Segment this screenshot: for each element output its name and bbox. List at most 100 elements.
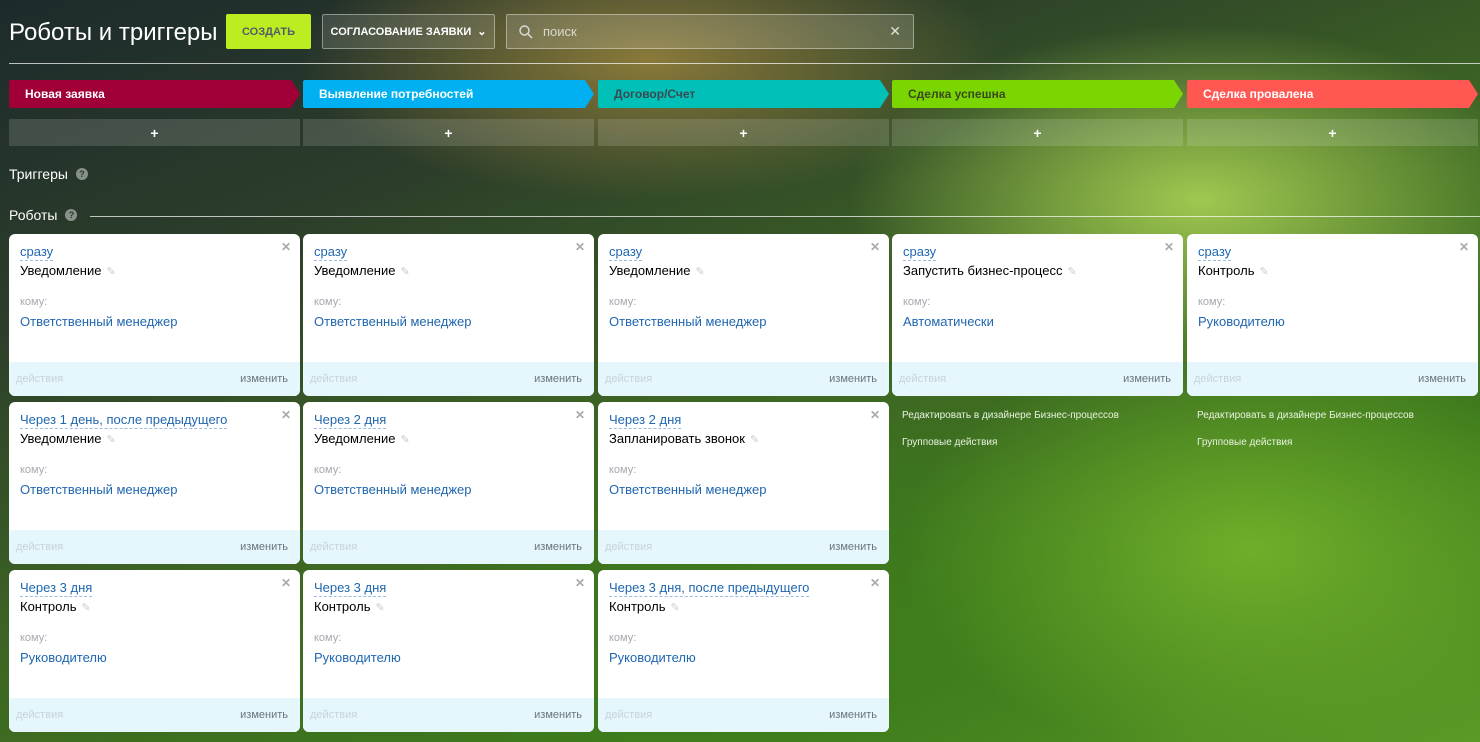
- pencil-icon[interactable]: ✎: [400, 266, 409, 278]
- add-trigger-button[interactable]: +: [1187, 119, 1478, 146]
- edit-link[interactable]: изменить: [534, 373, 582, 385]
- recipient-value[interactable]: Ответственный менеджер: [20, 314, 178, 329]
- actions-link[interactable]: действия: [310, 541, 357, 553]
- close-icon[interactable]: ✕: [870, 576, 880, 590]
- add-trigger-button[interactable]: +: [892, 119, 1183, 146]
- actions-link[interactable]: действия: [605, 541, 652, 553]
- category-dropdown[interactable]: СОГЛАСОВАНИЕ ЗАЯВКИ ⌄: [322, 14, 495, 49]
- recipient-value[interactable]: Руководителю: [20, 650, 107, 665]
- close-icon[interactable]: ✕: [281, 408, 291, 422]
- pencil-icon[interactable]: ✎: [1259, 266, 1268, 278]
- designer-link[interactable]: Редактировать в дизайнере Бизнес-процесс…: [1197, 410, 1414, 421]
- robot-delay-link[interactable]: Через 3 дня: [314, 580, 387, 597]
- robot-delay-link[interactable]: Через 1 день, после предыдущего: [20, 412, 228, 429]
- close-icon[interactable]: ✕: [870, 240, 880, 254]
- search-input[interactable]: [543, 24, 890, 39]
- edit-link[interactable]: изменить: [1418, 373, 1466, 385]
- robot-delay-link[interactable]: сразу: [314, 244, 348, 261]
- robot-name-text: Контроль: [609, 599, 666, 614]
- edit-link[interactable]: изменить: [240, 709, 288, 721]
- actions-link[interactable]: действия: [605, 373, 652, 385]
- close-icon[interactable]: ✕: [1459, 240, 1469, 254]
- robot-card: Через 1 день, после предыдущего ✕ Уведом…: [9, 402, 300, 564]
- stage-header[interactable]: Сделка провалена: [1187, 80, 1478, 108]
- card-footer: действия изменить: [9, 698, 300, 732]
- designer-link[interactable]: Редактировать в дизайнере Бизнес-процесс…: [902, 410, 1119, 421]
- to-label: кому:: [903, 296, 931, 308]
- pencil-icon[interactable]: ✎: [750, 434, 759, 446]
- robot-name-text: Запустить бизнес-процесс: [903, 263, 1063, 278]
- robot-delay-link[interactable]: сразу: [903, 244, 937, 261]
- actions-link[interactable]: действия: [310, 709, 357, 721]
- to-label: кому:: [314, 632, 342, 644]
- close-icon[interactable]: ✕: [281, 576, 291, 590]
- help-icon[interactable]: ?: [75, 168, 88, 180]
- actions-link[interactable]: действия: [899, 373, 946, 385]
- robot-name-text: Уведомление: [314, 431, 396, 446]
- close-icon[interactable]: ✕: [575, 576, 585, 590]
- robot-card: Через 2 дня ✕ Запланировать звонок ✎ кому…: [598, 402, 889, 564]
- robot-delay-link[interactable]: сразу: [1198, 244, 1232, 261]
- robot-delay-link[interactable]: Через 2 дня: [609, 412, 682, 429]
- pencil-icon[interactable]: ✎: [375, 602, 384, 614]
- robots-heading: Роботы: [9, 207, 58, 223]
- robot-delay-link[interactable]: сразу: [20, 244, 54, 261]
- robot-delay-link[interactable]: Через 3 дня, после предыдущего: [609, 580, 810, 597]
- close-icon[interactable]: ✕: [575, 240, 585, 254]
- to-label: кому:: [20, 296, 48, 308]
- edit-link[interactable]: изменить: [829, 373, 877, 385]
- close-icon[interactable]: ✕: [281, 240, 291, 254]
- create-button[interactable]: СОЗДАТЬ: [226, 14, 311, 49]
- robot-delay-link[interactable]: Через 3 дня: [20, 580, 93, 597]
- robot-delay-link[interactable]: сразу: [609, 244, 643, 261]
- recipient-value[interactable]: Ответственный менеджер: [314, 482, 472, 497]
- stage-header[interactable]: Сделка успешна: [892, 80, 1183, 108]
- edit-link[interactable]: изменить: [829, 709, 877, 721]
- edit-link[interactable]: изменить: [534, 709, 582, 721]
- edit-link[interactable]: изменить: [829, 541, 877, 553]
- actions-link[interactable]: действия: [16, 541, 63, 553]
- robot-card: сразу ✕ Контроль ✎ кому: Руководителю дей…: [1187, 234, 1478, 396]
- recipient-value[interactable]: Ответственный менеджер: [314, 314, 472, 329]
- pencil-icon[interactable]: ✎: [81, 602, 90, 614]
- recipient-value[interactable]: Руководителю: [1198, 314, 1285, 329]
- robot-name-text: Уведомление: [609, 263, 691, 278]
- clear-icon[interactable]: ✕: [889, 23, 901, 40]
- group-actions-link[interactable]: Групповые действия: [1197, 437, 1292, 448]
- close-icon[interactable]: ✕: [1164, 240, 1174, 254]
- edit-link[interactable]: изменить: [534, 541, 582, 553]
- stage-column: Сделка успешна +: [892, 80, 1183, 146]
- pencil-icon[interactable]: ✎: [106, 266, 115, 278]
- actions-link[interactable]: действия: [310, 373, 357, 385]
- actions-link[interactable]: действия: [605, 709, 652, 721]
- pencil-icon[interactable]: ✎: [695, 266, 704, 278]
- actions-link[interactable]: действия: [16, 373, 63, 385]
- edit-link[interactable]: изменить: [240, 373, 288, 385]
- pencil-icon[interactable]: ✎: [106, 434, 115, 446]
- robot-delay-link[interactable]: Через 2 дня: [314, 412, 387, 429]
- group-actions-link[interactable]: Групповые действия: [902, 437, 997, 448]
- pencil-icon[interactable]: ✎: [400, 434, 409, 446]
- stage-header[interactable]: Выявление потребностей: [303, 80, 594, 108]
- add-trigger-button[interactable]: +: [9, 119, 300, 146]
- close-icon[interactable]: ✕: [575, 408, 585, 422]
- help-icon[interactable]: ?: [65, 209, 78, 221]
- edit-link[interactable]: изменить: [240, 541, 288, 553]
- recipient-value[interactable]: Ответственный менеджер: [609, 482, 767, 497]
- pencil-icon[interactable]: ✎: [1067, 266, 1076, 278]
- stage-header[interactable]: Договор/Счет: [598, 80, 889, 108]
- recipient-value[interactable]: Руководителю: [609, 650, 696, 665]
- add-trigger-button[interactable]: +: [598, 119, 889, 146]
- add-trigger-button[interactable]: +: [303, 119, 594, 146]
- pencil-icon[interactable]: ✎: [670, 602, 679, 614]
- to-label: кому:: [609, 296, 637, 308]
- edit-link[interactable]: изменить: [1123, 373, 1171, 385]
- recipient-value[interactable]: Ответственный менеджер: [20, 482, 178, 497]
- recipient-value[interactable]: Автоматически: [903, 314, 994, 329]
- stage-header[interactable]: Новая заявка: [9, 80, 300, 108]
- close-icon[interactable]: ✕: [870, 408, 880, 422]
- actions-link[interactable]: действия: [16, 709, 63, 721]
- actions-link[interactable]: действия: [1194, 373, 1241, 385]
- recipient-value[interactable]: Руководителю: [314, 650, 401, 665]
- recipient-value[interactable]: Ответственный менеджер: [609, 314, 767, 329]
